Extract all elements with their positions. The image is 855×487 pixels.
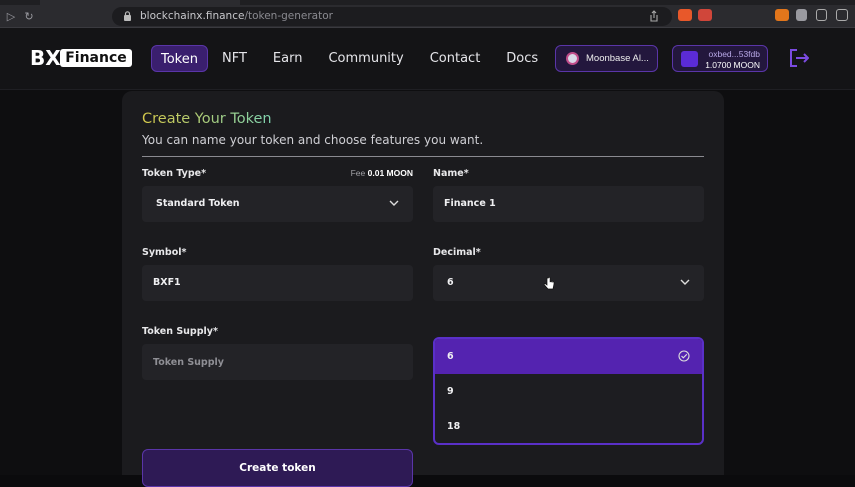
symbol-value: BXF1	[153, 277, 181, 288]
fee-text: Fee 0.01 MOON	[350, 168, 413, 178]
decimal-label: Decimal*	[433, 247, 481, 258]
site-logo[interactable]: BX Finance	[30, 43, 132, 73]
wallet-balance: 1.0700 MOON	[705, 60, 760, 70]
form-subtitle: You can name your token and choose featu…	[142, 133, 484, 147]
option-label: 6	[447, 351, 454, 362]
name-value: Finance 1	[444, 198, 496, 209]
token-type-select[interactable]: Standard Token	[142, 186, 413, 222]
token-form-card: Create Your Token You can name your toke…	[122, 91, 724, 487]
fee-prefix: Fee	[350, 168, 366, 178]
logo-text: Finance	[60, 49, 132, 67]
decimal-dropdown: 6 9 18	[433, 337, 704, 445]
back-icon[interactable]: ▷	[4, 10, 18, 24]
brave-rewards-icon[interactable]	[698, 9, 712, 21]
site-header: BX Finance Token NFT Earn Community Cont…	[0, 28, 855, 90]
form-title: Create Your Token	[142, 111, 272, 127]
network-label: Moonbase Al...	[586, 53, 649, 64]
logo-mark: BX	[30, 46, 61, 70]
nav-earn[interactable]: Earn	[261, 45, 315, 72]
name-field[interactable]: Finance 1	[433, 186, 704, 222]
address-bar[interactable]: blockchainx.finance/token-generator	[112, 7, 672, 26]
share-icon[interactable]	[648, 10, 660, 22]
lock-icon	[124, 11, 131, 21]
logout-icon[interactable]	[789, 49, 809, 67]
nav-docs[interactable]: Docs	[494, 45, 550, 72]
wallet-ext-icon[interactable]	[836, 9, 848, 21]
chevron-down-icon	[680, 279, 690, 285]
extensions-icon[interactable]	[796, 9, 807, 21]
decimal-option-6[interactable]: 6	[435, 339, 702, 374]
brave-shield-icon[interactable]	[678, 9, 692, 21]
option-label: 18	[447, 421, 461, 432]
nav-nft[interactable]: NFT	[210, 45, 259, 72]
chevron-down-icon	[389, 200, 399, 206]
nav-community[interactable]: Community	[316, 45, 415, 72]
network-button[interactable]: Moonbase Al...	[555, 45, 658, 72]
site-page: BX Finance Token NFT Earn Community Cont…	[0, 28, 855, 487]
hand-cursor-icon	[543, 277, 555, 290]
wallet-address: oxbed...53fdb	[708, 49, 760, 59]
wallet-button[interactable]: oxbed...53fdb 1.0700 MOON	[672, 45, 768, 72]
nav-token[interactable]: Token	[151, 45, 208, 72]
decimal-option-9[interactable]: 9	[435, 374, 702, 409]
decimal-value: 6	[447, 277, 454, 288]
token-type-value: Standard Token	[156, 198, 240, 209]
url-text: blockchainx.finance/token-generator	[140, 10, 333, 22]
create-token-button[interactable]: Create token	[142, 449, 413, 487]
fee-value: 0.01 MOON	[367, 168, 413, 178]
symbol-label: Symbol*	[142, 247, 187, 258]
url-host: blockchainx.finance	[140, 10, 245, 22]
divider	[142, 156, 704, 157]
main-nav: Token NFT Earn Community Contact Docs	[151, 45, 552, 72]
nav-contact[interactable]: Contact	[418, 45, 493, 72]
token-supply-field[interactable]	[142, 344, 413, 380]
browser-toolbar: ▷ ↻ blockchainx.finance/token-generator	[0, 0, 855, 28]
metamask-icon[interactable]	[775, 9, 789, 21]
token-type-label: Token Type*	[142, 168, 207, 179]
token-supply-label: Token Supply*	[142, 326, 218, 337]
active-tab[interactable]	[40, 0, 240, 5]
sidebar-icon[interactable]	[816, 9, 827, 21]
option-label: 9	[447, 386, 454, 397]
check-circle-icon	[678, 350, 690, 362]
wallet-icon	[681, 51, 698, 67]
decimal-option-18[interactable]: 18	[435, 409, 702, 443]
network-icon	[566, 52, 579, 65]
tab-strip	[0, 0, 855, 5]
token-supply-input[interactable]	[142, 344, 413, 380]
decimal-select[interactable]: 6	[433, 265, 704, 301]
symbol-field[interactable]: BXF1	[142, 265, 413, 301]
name-label: Name*	[433, 168, 469, 179]
reload-icon[interactable]: ↻	[22, 10, 36, 24]
url-path: /token-generator	[244, 10, 333, 22]
